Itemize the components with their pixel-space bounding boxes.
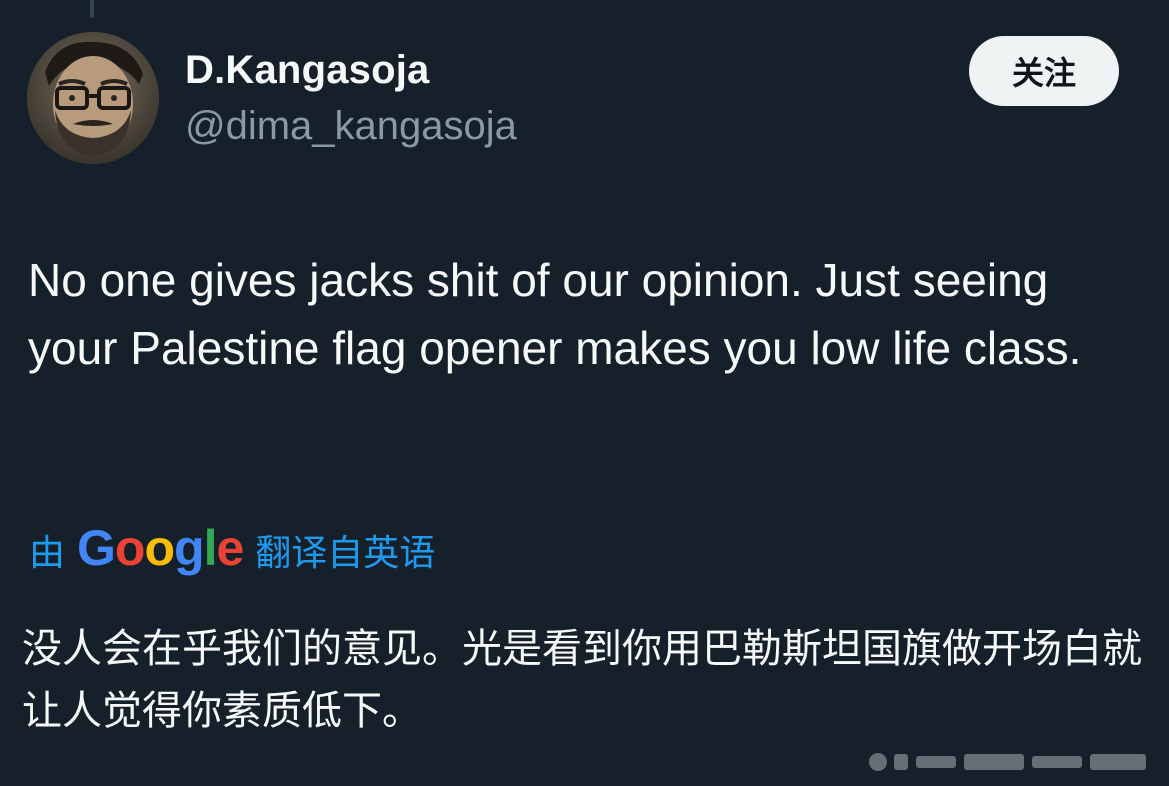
google-logo-letter: e [216, 520, 244, 576]
avatar-photo [27, 32, 159, 164]
google-logo-letter: G [77, 520, 116, 576]
google-logo-letter: o [114, 520, 146, 576]
translation-attribution[interactable]: 由 Google 翻译自英语 [29, 520, 435, 580]
translated-tweet-text: 没人会在乎我们的意见。光是看到你用巴勒斯坦国旗做开场白就让人觉得你素质低下。 [22, 626, 1142, 734]
avatar[interactable] [27, 32, 159, 164]
follow-button[interactable]: 关注 [969, 36, 1119, 106]
watermark [869, 753, 1146, 771]
translation-suffix: 翻译自英语 [255, 533, 436, 574]
thread-connector-line [90, 0, 94, 18]
google-logo-letter: o [144, 520, 175, 576]
google-logo: Google [77, 519, 244, 577]
google-logo-letter: g [174, 520, 205, 576]
author-handle[interactable]: @dima_kangasoja [185, 104, 517, 149]
google-logo-letter: l [203, 520, 218, 576]
author-display-name[interactable]: D.Kangasoja [185, 48, 430, 93]
translation-prefix: 由 [29, 533, 66, 574]
tweet-text: No one gives jacks shit of our opinion. … [28, 254, 1082, 374]
